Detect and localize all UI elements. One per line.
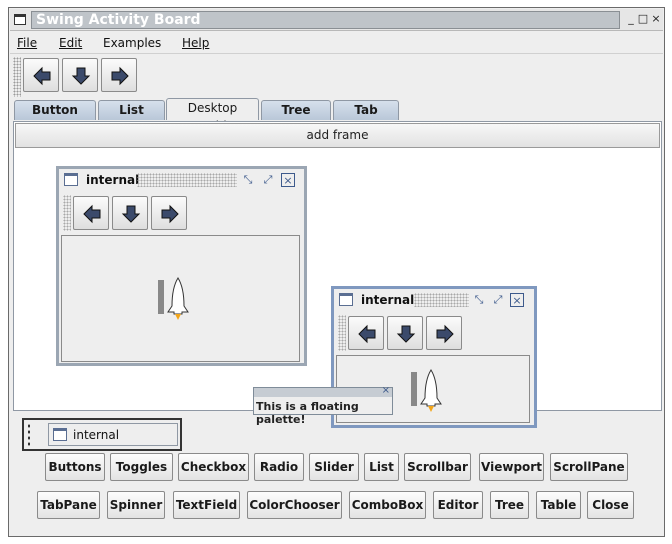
close-icon[interactable]: × [650,12,662,26]
title-bar[interactable]: Swing Activity Board _ □ × [10,9,663,31]
tabpane-button[interactable]: TabPane [37,491,100,519]
palette-title-bar[interactable]: × [254,385,392,397]
maximize-icon[interactable]: ⤢ [261,173,275,187]
forward-button[interactable] [101,58,137,92]
menu-file-label: File [17,36,38,50]
close-icon[interactable]: × [281,173,295,187]
left-arrow-icon [358,324,376,344]
tree-button[interactable]: Tree [490,491,529,519]
editor-button[interactable]: Editor [433,491,483,519]
down-arrow-icon [396,325,416,343]
floating-palette[interactable]: × This is a floating palette! [253,385,393,426]
back-button[interactable] [23,58,59,92]
tab-desktop-world[interactable]: Desktop world! [166,98,259,133]
spinner-button[interactable]: Spinner [107,491,165,519]
tab-button-world[interactable]: Button world! [14,100,96,135]
right-arrow-icon [436,324,454,344]
radio-button[interactable]: Radio [254,453,304,481]
tab-tree-world[interactable]: Tree world! [261,100,331,135]
close-icon[interactable]: × [510,293,524,307]
slider-button[interactable]: Slider [309,453,359,481]
list-button[interactable]: List [364,453,399,481]
menu-examples[interactable]: Examples [103,36,161,50]
shuttle-icon [411,369,442,412]
drag-grip[interactable] [27,423,32,446]
viewport-button[interactable]: Viewport [479,453,544,481]
iconify-icon[interactable]: ⤡ [241,173,255,187]
toolbar-grip[interactable] [338,315,346,351]
down-arrow-icon [71,67,91,85]
back-button[interactable] [348,316,384,350]
tab-tab-world[interactable]: Tab world! [333,100,399,135]
title-grip [414,293,469,307]
down-arrow-icon [121,205,141,223]
iconified-frame[interactable]: internal [22,418,182,451]
toolbar-grip[interactable] [13,57,21,97]
right-arrow-icon [111,66,129,86]
iconify-icon[interactable]: ⤡ [472,293,486,307]
forward-button[interactable] [151,196,187,230]
toggles-button[interactable]: Toggles [110,453,173,481]
right-arrow-icon [161,204,179,224]
close-icon[interactable]: × [382,385,390,396]
table-button[interactable]: Table [536,491,581,519]
frame-icon[interactable] [339,293,353,306]
left-arrow-icon [83,204,101,224]
buttons-button[interactable]: Buttons [45,453,105,481]
palette-message: This is a floating palette! [256,400,359,426]
iconified-frame-button[interactable]: internal [48,423,178,446]
minimize-icon[interactable]: _ [625,12,637,26]
window-title: Swing Activity Board [36,12,201,28]
main-window: Swing Activity Board _ □ × File Edit Exa… [8,7,665,537]
internal-frame-title: internal [86,173,140,187]
title-grip [137,173,237,187]
menu-edit-label: Edit [59,36,83,50]
close-button[interactable]: Close [587,491,634,519]
checkbox-button[interactable]: Checkbox [178,453,249,481]
frame-icon [53,428,67,441]
frame-icon[interactable] [64,173,78,186]
toolbar-grip[interactable] [63,195,71,231]
menu-help-label: Help [182,36,210,50]
maximize-icon[interactable]: ⤢ [491,293,505,307]
maximize-icon[interactable]: □ [637,12,649,26]
down-button[interactable] [62,58,98,92]
menu-edit[interactable]: Edit [59,36,82,50]
down-button[interactable] [112,196,148,230]
shuttle-icon [158,277,189,320]
left-arrow-icon [33,66,51,86]
colorchooser-button[interactable]: ColorChooser [247,491,342,519]
internal-frame-title-bar[interactable]: internal ⤡ ⤢ × [334,289,534,309]
scrollpane-button[interactable]: ScrollPane [550,453,628,481]
iconified-frame-title: internal [73,428,120,442]
menu-bar: File Edit Examples Help [10,32,663,54]
internal-frame-title-bar[interactable]: internal ⤡ ⤢ × [59,169,304,189]
internal-frame-title: internal [361,293,415,307]
forward-button[interactable] [426,316,462,350]
add-frame-button[interactable]: add frame [15,123,660,148]
down-button[interactable] [387,316,423,350]
internal-frame-content [61,235,300,362]
tab-list-world[interactable]: List world! [98,100,165,135]
toolbar [10,55,663,99]
combobox-button[interactable]: ComboBox [349,491,426,519]
window-icon[interactable] [14,14,26,25]
menu-file[interactable]: File [17,36,37,50]
textfield-button[interactable]: TextField [173,491,240,519]
scrollbar-button[interactable]: Scrollbar [404,453,471,481]
internal-frame[interactable]: internal ⤡ ⤢ × [56,166,307,366]
menu-help[interactable]: Help [182,36,209,50]
back-button[interactable] [73,196,109,230]
